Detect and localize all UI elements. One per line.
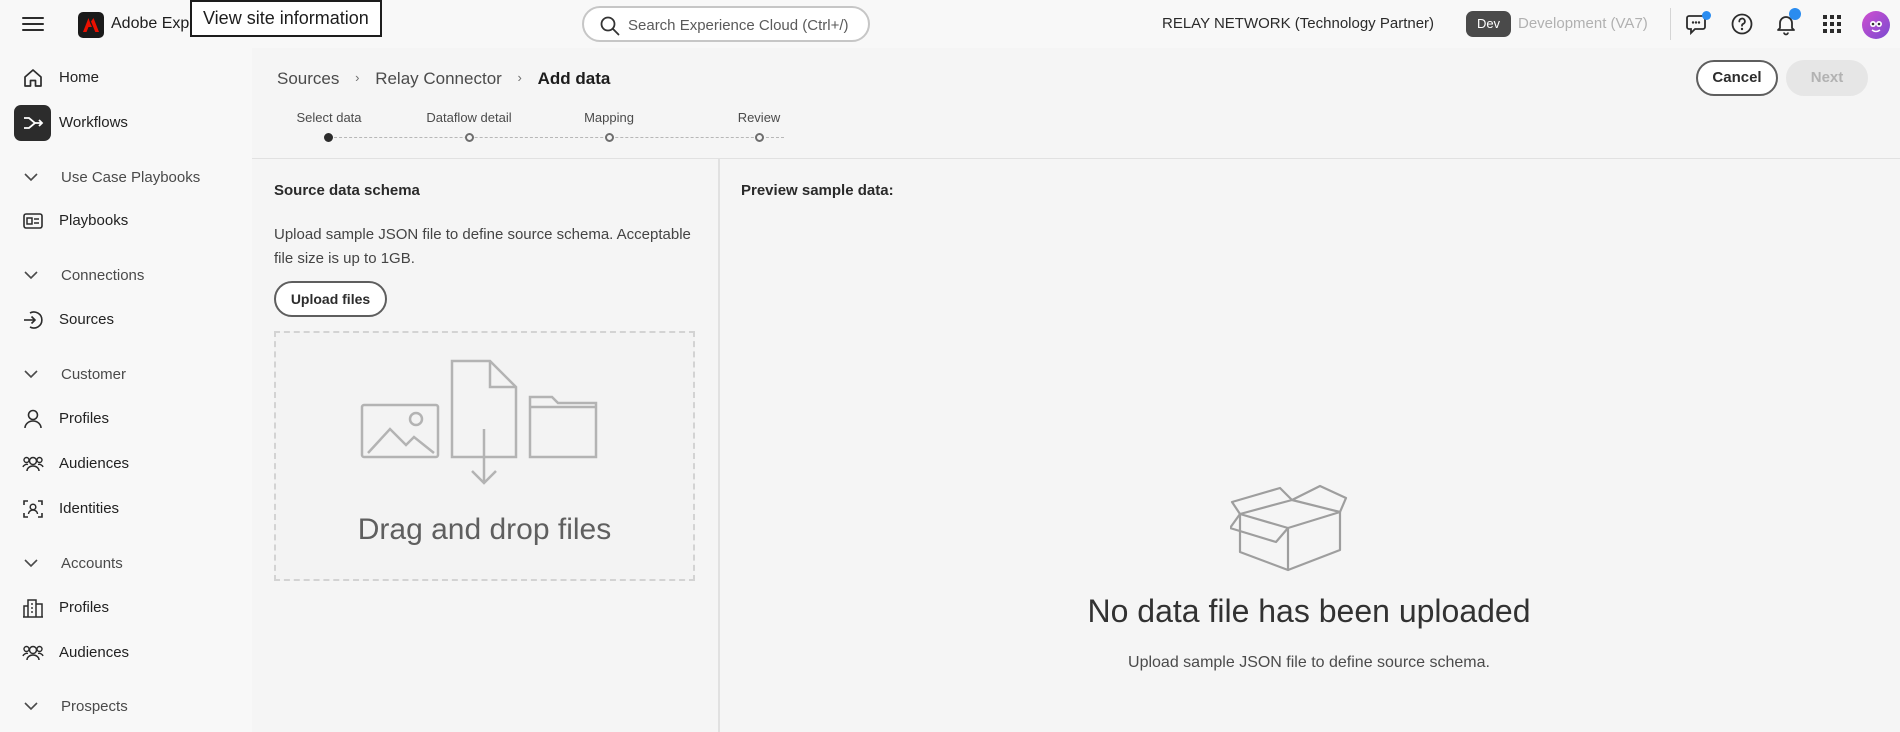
search-icon (600, 16, 620, 36)
sidebar-group-label: Connections (61, 267, 145, 284)
step-label: Mapping (584, 110, 634, 125)
top-bar: Adobe Experience Platform View site info… (0, 0, 1900, 48)
chevron-down-icon (24, 173, 38, 182)
sidebar-item-account-profiles[interactable]: Profiles (14, 590, 234, 626)
breadcrumb-sources[interactable]: Sources (277, 69, 339, 88)
workflows-icon (14, 105, 51, 141)
audiences-icon (22, 642, 44, 664)
chevron-down-icon (24, 702, 38, 711)
breadcrumb-separator: › (355, 70, 360, 85)
preview-title: Preview sample data: (741, 182, 894, 199)
step-dataflow-detail: Dataflow detail (417, 110, 521, 125)
divider (1670, 8, 1671, 40)
source-schema-title: Source data schema (274, 182, 420, 199)
feedback-badge-dot (1702, 11, 1711, 20)
sidebar-item-label: Workflows (59, 114, 128, 131)
sidebar-item-label: Audiences (59, 644, 130, 661)
sidebar-item-label: Profiles (59, 599, 110, 616)
user-avatar[interactable] (1862, 11, 1890, 39)
identities-icon (22, 498, 44, 520)
step-dot (465, 133, 474, 142)
adobe-logo-icon[interactable] (78, 12, 104, 38)
step-connector-line (329, 137, 784, 138)
sidebar-group-customer[interactable]: Customer (14, 359, 234, 389)
upload-files-button[interactable]: Upload files (274, 281, 387, 317)
sidebar-group-label: Customer (61, 366, 127, 383)
chevron-down-icon (24, 370, 38, 379)
step-select-data: Select data (277, 110, 381, 125)
org-switcher[interactable]: RELAY NETWORK (Technology Partner) (1162, 15, 1434, 32)
audiences-icon (22, 453, 44, 475)
site-info-tooltip: View site information (190, 0, 382, 37)
sandbox-name[interactable]: Development (VA7) (1518, 15, 1648, 32)
cancel-button[interactable]: Cancel (1696, 60, 1778, 96)
main-content: Sources › Relay Connector › Add data Can… (252, 48, 1900, 732)
search-input[interactable] (628, 15, 858, 35)
drag-drop-files-illustration-icon (360, 359, 598, 485)
sidebar-group-label: Accounts (61, 555, 123, 572)
sidebar-item-workflows[interactable]: Workflows (14, 105, 234, 141)
step-label: Select data (296, 110, 362, 125)
sidebar-item-label: Profiles (59, 410, 110, 427)
source-schema-description: Upload sample JSON file to define source… (274, 226, 691, 267)
preview-panel: Preview sample data: No data file has be… (718, 159, 1900, 732)
help-icon[interactable] (1730, 12, 1756, 38)
sidebar-item-account-audiences[interactable]: Audiences (14, 635, 234, 671)
chevron-down-icon (24, 559, 38, 568)
breadcrumb-current: Add data (537, 69, 611, 88)
empty-box-icon (1230, 484, 1348, 572)
breadcrumb: Sources › Relay Connector › Add data (277, 69, 610, 89)
empty-state-title: No data file has been uploaded (1087, 593, 1531, 629)
step-mapping: Mapping (557, 110, 661, 125)
step-review: Review (707, 110, 811, 125)
sidebar-group-prospects[interactable]: Prospects (14, 691, 234, 721)
sidebar-group-use-case-playbooks[interactable]: Use Case Playbooks (14, 162, 234, 192)
sidebar-item-customer-profiles[interactable]: Profiles (14, 401, 234, 437)
home-icon (22, 67, 44, 89)
notifications-bell-icon[interactable] (1774, 8, 1801, 38)
sidebar-item-label: Playbooks (59, 212, 129, 229)
sidebar-item-label: Identities (59, 500, 120, 517)
sidebar-group-label: Prospects (61, 698, 128, 715)
sidebar-item-label: Home (59, 69, 100, 86)
step-dot (755, 133, 764, 142)
hamburger-menu-icon[interactable] (22, 14, 44, 34)
source-schema-panel: Source data schema Upload sample JSON fi… (252, 159, 718, 732)
step-label: Review (737, 110, 781, 125)
chevron-down-icon (24, 271, 38, 280)
search-box[interactable] (582, 6, 870, 42)
sidebar-group-label: Use Case Playbooks (61, 169, 201, 186)
sidebar-item-identities[interactable]: Identities (14, 491, 234, 527)
sidebar-item-playbooks[interactable]: Playbooks (14, 203, 234, 239)
notification-badge-dot (1789, 8, 1801, 20)
sidebar-item-label: Audiences (59, 455, 130, 472)
sidebar-group-connections[interactable]: Connections (14, 260, 234, 290)
sidebar-item-sources[interactable]: Sources (14, 302, 234, 338)
profile-user-icon (22, 408, 44, 430)
app-name[interactable]: Adobe Experience Platform (111, 15, 191, 33)
sources-icon (22, 309, 44, 331)
sidebar-item-home[interactable]: Home (14, 60, 234, 96)
sidebar-item-customer-audiences[interactable]: Audiences (14, 446, 234, 482)
step-dot-active (324, 133, 333, 142)
empty-state-subtitle: Upload sample JSON file to define source… (1128, 654, 1490, 671)
step-indicator: Select data Dataflow detail Mapping Revi… (277, 110, 837, 150)
app-switcher-grid-icon[interactable] (1820, 12, 1846, 38)
playbooks-icon (22, 210, 44, 232)
feedback-icon[interactable] (1685, 11, 1711, 38)
sandbox-badge[interactable]: Dev (1466, 11, 1511, 37)
step-dot (605, 133, 614, 142)
dropzone-text: Drag and drop files (357, 513, 612, 546)
step-label: Dataflow detail (426, 110, 512, 125)
sidebar-group-accounts[interactable]: Accounts (14, 548, 234, 578)
next-button[interactable]: Next (1786, 60, 1868, 96)
breadcrumb-relay-connector[interactable]: Relay Connector (375, 69, 502, 88)
sidebar-item-label: Sources (59, 311, 115, 328)
sidebar-nav: Home Workflows Use Case Playbooks Playbo… (0, 48, 250, 732)
file-dropzone[interactable]: Drag and drop files (274, 331, 695, 581)
building-icon (22, 597, 44, 619)
breadcrumb-separator: › (517, 70, 522, 85)
